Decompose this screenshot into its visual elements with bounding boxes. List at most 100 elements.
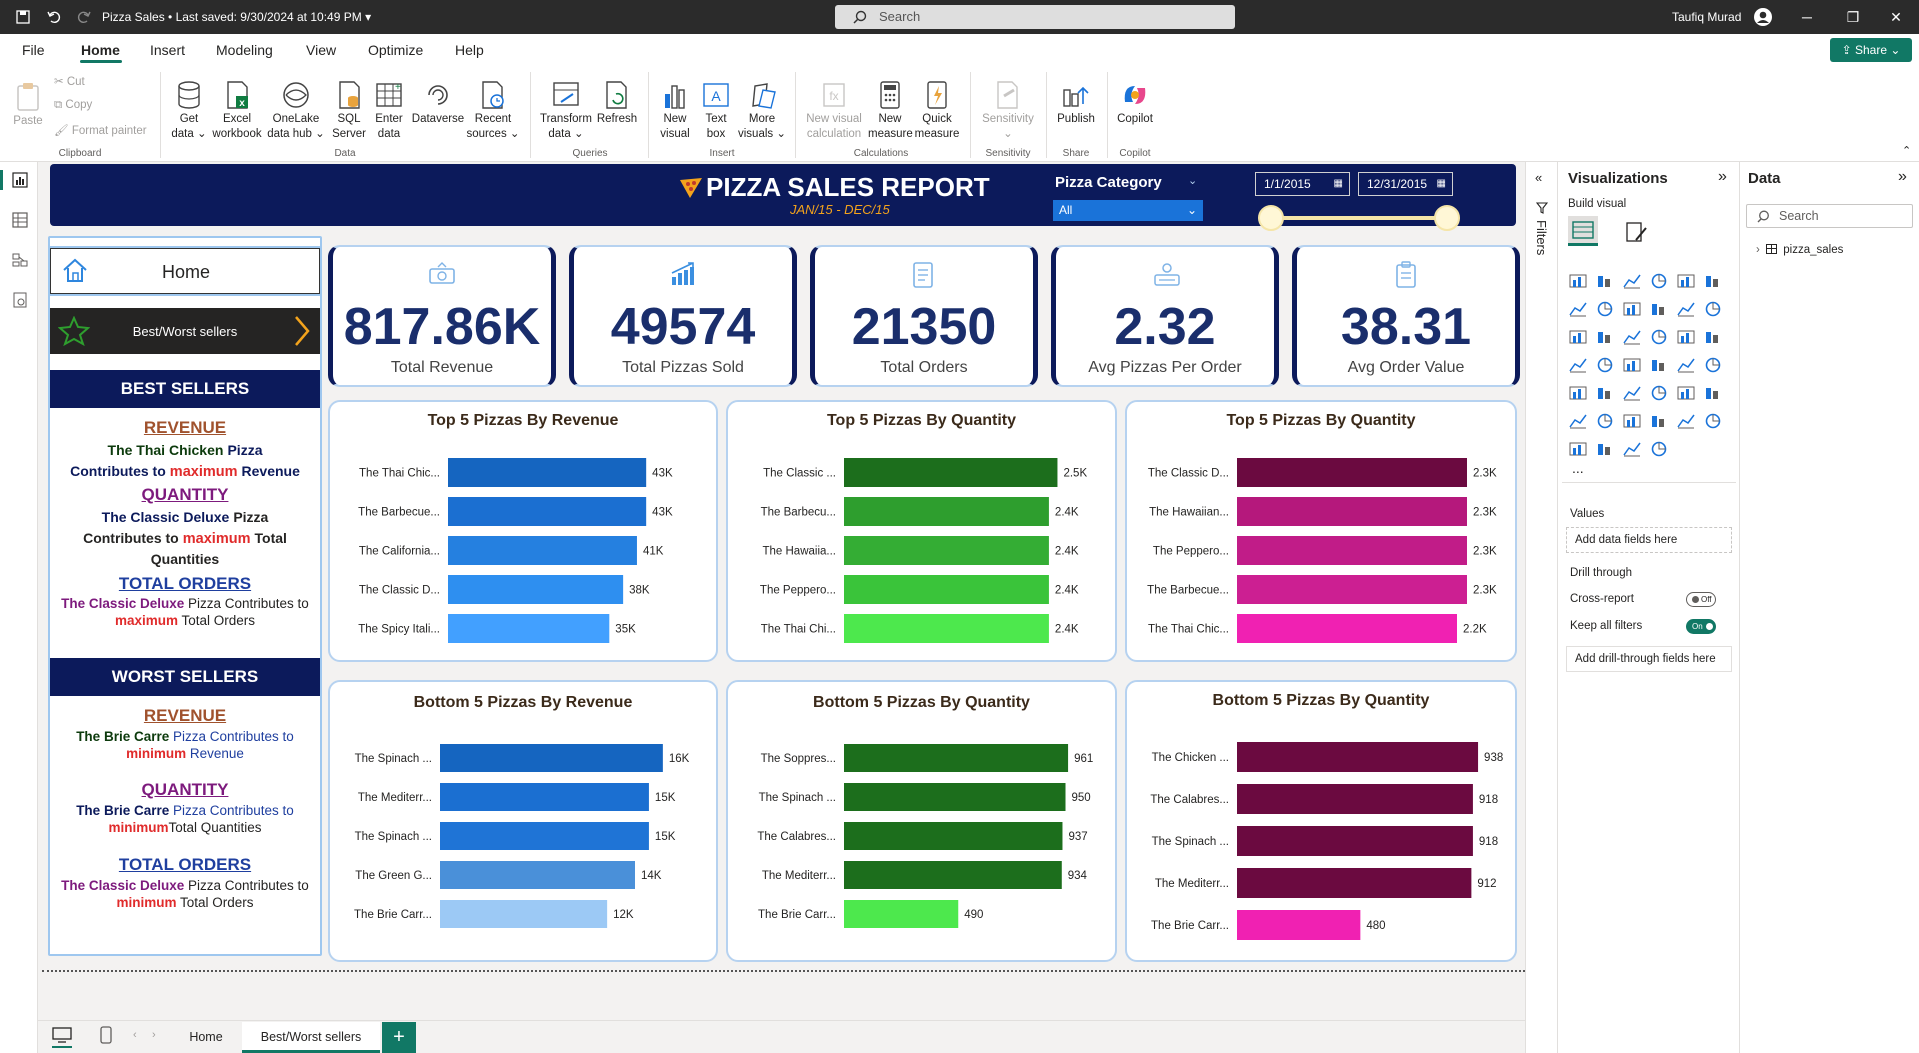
chart-bottom5-quantity-2[interactable]: Bottom 5 Pizzas By Quantity The Chicken … — [1125, 680, 1517, 962]
bar[interactable] — [844, 900, 959, 928]
bar[interactable] — [844, 861, 1062, 889]
line-column-visual-icon[interactable] — [1568, 328, 1588, 346]
bar[interactable] — [1237, 458, 1467, 487]
table-view-icon[interactable] — [12, 212, 28, 228]
tab-scroll-left-icon[interactable]: ‹ — [133, 1029, 137, 1041]
chart-top5-revenue[interactable]: Top 5 Pizzas By Revenue The Thai Chic...… — [328, 400, 718, 662]
kpi-card-total-revenue[interactable]: 817.86K Total Revenue — [328, 245, 556, 387]
treemap-visual-icon[interactable] — [1568, 356, 1588, 374]
bar[interactable] — [1237, 910, 1361, 940]
bar[interactable] — [448, 575, 624, 604]
undo-icon[interactable] — [46, 9, 62, 25]
menu-modeling[interactable]: Modeling — [216, 42, 273, 58]
shape-map-visual-icon[interactable] — [1622, 356, 1642, 374]
chart-bottom5-revenue[interactable]: Bottom 5 Pizzas By Revenue The Spinach .… — [328, 680, 718, 962]
bar[interactable] — [1237, 497, 1467, 526]
filled-map-visual-icon[interactable] — [1595, 356, 1615, 374]
date-slider-end-handle[interactable] — [1434, 205, 1460, 231]
chart-top5-quantity-2[interactable]: Top 5 Pizzas By Quantity The Classic D..… — [1125, 400, 1517, 662]
collapse-ribbon-icon[interactable]: ⌃ — [1902, 144, 1911, 157]
recent-sources-button[interactable]: Recent sources ⌄ — [465, 74, 521, 142]
get-data-button[interactable]: Get data ⌄ — [167, 74, 211, 142]
multi-card-visual-icon[interactable] — [1568, 384, 1588, 402]
kpi-card-total-orders[interactable]: 21350 Total Orders — [810, 245, 1038, 387]
kpi-card-avg-order-value[interactable]: 38.31 Avg Order Value — [1292, 245, 1520, 387]
new-measure-button[interactable]: New measure — [868, 74, 913, 142]
dax-query-view-icon[interactable] — [12, 292, 28, 308]
add-page-button[interactable]: + — [382, 1022, 416, 1053]
bar[interactable] — [1237, 614, 1457, 643]
avatar[interactable] — [1753, 7, 1773, 27]
date-slider-track[interactable] — [1273, 216, 1448, 220]
more-visuals-ellipsis[interactable]: ... — [1572, 460, 1584, 476]
sql-server-button[interactable]: SQL Server — [330, 74, 368, 142]
format-painter-button[interactable]: 🖌 Format painter — [54, 123, 147, 137]
stacked-area-visual-icon[interactable] — [1622, 300, 1642, 318]
clustered-column-visual-icon[interactable] — [1649, 272, 1669, 290]
bar[interactable] — [448, 614, 610, 643]
bar[interactable] — [440, 744, 663, 772]
narrative-visual-icon[interactable] — [1676, 412, 1696, 430]
gauge-visual-icon[interactable] — [1676, 356, 1696, 374]
drill-through-drop-zone[interactable]: Add drill-through fields here — [1566, 646, 1732, 672]
donut-visual-icon[interactable] — [1676, 328, 1696, 346]
matrix-visual-icon[interactable] — [1676, 384, 1696, 402]
python-visual-visual-icon[interactable] — [1568, 412, 1588, 430]
maximize-button[interactable]: ❐ — [1830, 0, 1876, 34]
nav-home-button[interactable]: Home — [48, 246, 322, 296]
pie-visual-icon[interactable] — [1649, 328, 1669, 346]
paginated-visual-icon[interactable] — [1703, 412, 1723, 430]
cut-button[interactable]: ✂ Cut — [54, 74, 85, 88]
expand-pane-icon[interactable]: » — [1718, 168, 1727, 186]
category-dropdown[interactable]: All ⌄ — [1053, 200, 1203, 221]
chart-top5-quantity[interactable]: Top 5 Pizzas By Quantity The Classic ...… — [726, 400, 1117, 662]
refresh-button[interactable]: Refresh — [594, 74, 640, 127]
publish-button[interactable]: Publish — [1052, 74, 1100, 127]
bar[interactable] — [448, 536, 637, 565]
text-box-button[interactable]: A Text box — [697, 74, 735, 142]
menu-help[interactable]: Help — [455, 42, 484, 58]
close-button[interactable]: ✕ — [1873, 0, 1919, 34]
search-input[interactable]: Search — [835, 5, 1235, 29]
nav-best-worst-button[interactable]: Best/Worst sellers — [50, 308, 320, 354]
quick-measure-button[interactable]: Quick measure — [914, 74, 960, 142]
stacked-bar-visual-icon[interactable] — [1568, 272, 1588, 290]
bar[interactable] — [1237, 826, 1473, 856]
pizza-sales-table[interactable]: › pizza_sales — [1756, 244, 1843, 256]
keep-all-filters-toggle[interactable]: On — [1686, 619, 1716, 634]
bar[interactable] — [448, 497, 647, 526]
slicer-chevron-icon[interactable]: ⌄ — [1188, 174, 1197, 187]
100-bar-visual-icon[interactable] — [1676, 272, 1696, 290]
data-search-input[interactable]: Search — [1746, 204, 1913, 228]
bar[interactable] — [440, 822, 649, 850]
card-visual-icon[interactable] — [1703, 356, 1723, 374]
bar[interactable] — [844, 744, 1069, 772]
bar[interactable] — [844, 458, 1058, 487]
kpi-visual-icon[interactable] — [1595, 384, 1615, 402]
date-start-input[interactable]: 1/1/2015 ▦ — [1255, 172, 1350, 196]
cross-report-toggle[interactable]: Off — [1686, 592, 1716, 607]
menu-home[interactable]: Home — [81, 42, 120, 58]
waterfall-visual-icon[interactable] — [1676, 300, 1696, 318]
chart-bottom5-quantity[interactable]: Bottom 5 Pizzas By Quantity The Soppres.… — [726, 680, 1117, 962]
document-title[interactable]: Pizza Sales • Last saved: 9/30/2024 at 1… — [102, 0, 371, 34]
bar[interactable] — [1237, 536, 1467, 565]
goals-visual-icon[interactable] — [1622, 440, 1642, 458]
save-icon[interactable] — [16, 10, 30, 24]
more-visual-icon[interactable] — [1649, 440, 1669, 458]
line-visual-icon[interactable] — [1568, 300, 1588, 318]
paste-button[interactable]: Paste — [10, 76, 46, 129]
area-visual-icon[interactable] — [1595, 300, 1615, 318]
bar[interactable] — [440, 861, 635, 889]
map-visual-icon[interactable] — [1703, 328, 1723, 346]
transform-data-button[interactable]: Transform data ⌄ — [538, 74, 594, 142]
bar[interactable] — [448, 458, 647, 487]
menu-optimize[interactable]: Optimize — [368, 42, 423, 58]
power-apps-visual-icon[interactable] — [1568, 440, 1588, 458]
decomposition-visual-icon[interactable] — [1622, 412, 1642, 430]
azure-map-visual-icon[interactable] — [1649, 356, 1669, 374]
menu-file[interactable]: File — [22, 42, 45, 58]
bar[interactable] — [844, 497, 1049, 526]
r-visual-visual-icon[interactable] — [1703, 384, 1723, 402]
new-visual-button[interactable]: New visual — [655, 74, 695, 142]
